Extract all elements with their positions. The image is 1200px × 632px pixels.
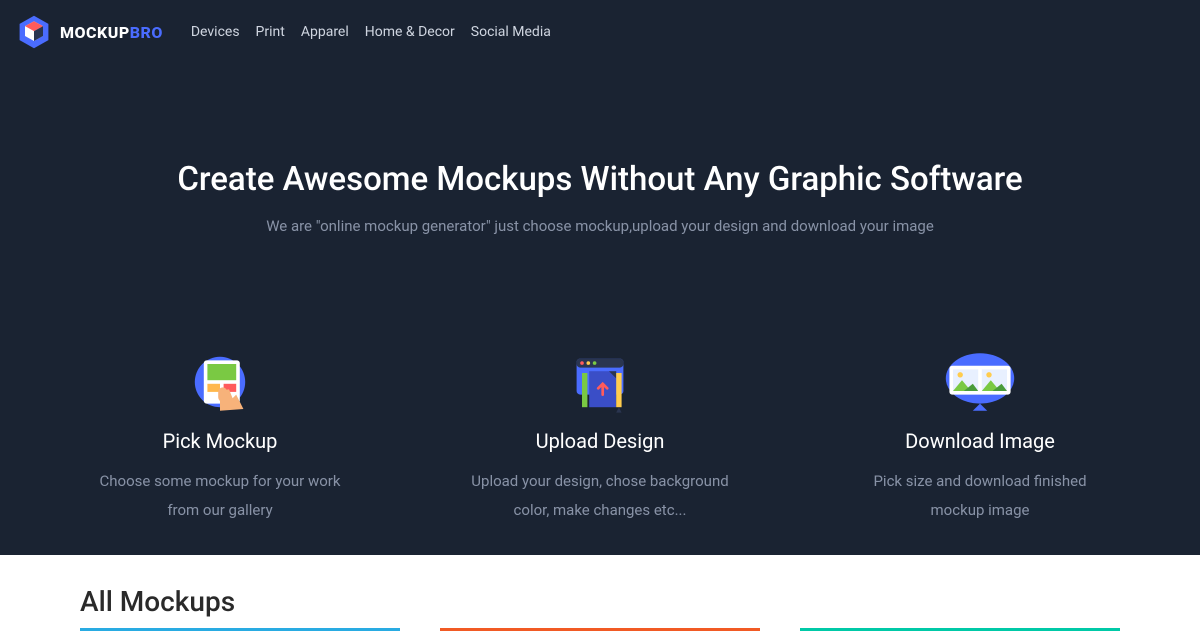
nav-social-media[interactable]: Social Media — [471, 24, 551, 40]
logo-text: MOCKUPBRO — [60, 23, 163, 42]
download-image-icon — [850, 345, 1110, 419]
hero-title: Create Awesome Mockups Without Any Graph… — [0, 160, 1200, 199]
step-desc: Pick size and download finished mockup i… — [850, 467, 1110, 524]
step-pick-mockup: Pick Mockup Choose some mockup for your … — [90, 345, 350, 524]
step-upload-design: Upload Design Upload your design, chose … — [470, 345, 730, 524]
all-mockups-heading: All Mockups — [0, 555, 1200, 628]
mockup-cards — [0, 628, 1200, 632]
nav-print[interactable]: Print — [256, 24, 285, 40]
hero-section: MOCKUPBRO Devices Print Apparel Home & D… — [0, 0, 1200, 555]
nav-links: Devices Print Apparel Home & Decor Socia… — [191, 24, 551, 40]
nav-apparel[interactable]: Apparel — [301, 24, 349, 40]
brand-name-b: BRO — [130, 23, 163, 42]
nav-devices[interactable]: Devices — [191, 24, 240, 40]
step-download-image: Download Image Pick size and download fi… — [850, 345, 1110, 524]
step-title: Pick Mockup — [90, 429, 350, 453]
step-desc: Upload your design, chose background col… — [470, 467, 730, 524]
upload-design-icon — [470, 345, 730, 419]
mockup-card[interactable] — [80, 628, 400, 632]
step-title: Upload Design — [470, 429, 730, 453]
pick-mockup-icon — [90, 345, 350, 419]
logo-hexagon-icon — [16, 14, 52, 50]
step-desc: Choose some mockup for your work from ou… — [90, 467, 350, 524]
hero-subtitle: We are "online mockup generator" just ch… — [0, 217, 1200, 235]
navbar: MOCKUPBRO Devices Print Apparel Home & D… — [0, 0, 1200, 64]
mockup-card[interactable] — [440, 628, 760, 632]
step-title: Download Image — [850, 429, 1110, 453]
nav-home-decor[interactable]: Home & Decor — [365, 24, 455, 40]
hero-content: Create Awesome Mockups Without Any Graph… — [0, 64, 1200, 235]
steps-row: Pick Mockup Choose some mockup for your … — [0, 345, 1200, 524]
brand-name-a: MOCKUP — [60, 23, 130, 42]
logo[interactable]: MOCKUPBRO — [16, 14, 163, 50]
mockup-card[interactable] — [800, 628, 1120, 632]
